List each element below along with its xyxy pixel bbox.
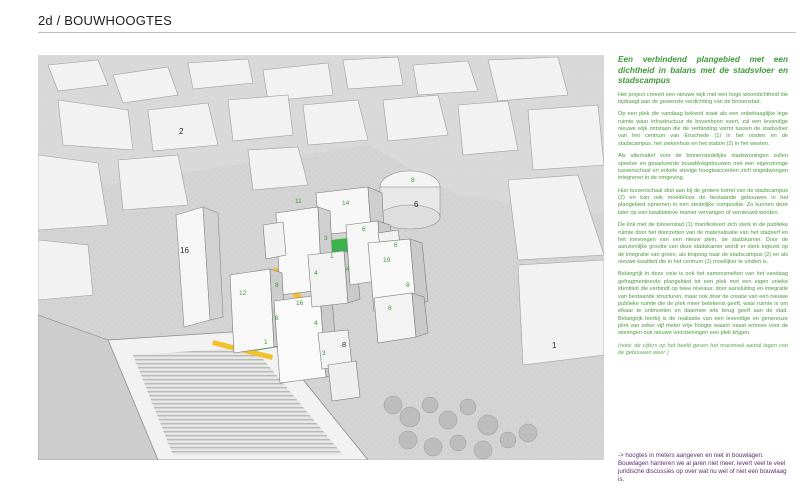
height-label-left-tower: 16 [180,246,189,255]
height-label: 1 [264,339,268,346]
description-column: Een verbindend plangebied met een dichth… [618,55,788,363]
height-label: 3 [324,235,328,242]
height-label: 6 [394,242,398,249]
rotunda-building [379,170,441,230]
aerial-massing-view: 2 6 1 16 14 11 16 12 8 8 4 4 1 3 6 6 19 … [38,55,604,460]
height-label: 8 [411,177,415,184]
area-label-1: 1 [552,341,557,350]
figure-note: (nota: de cijfers op het beeld geven het… [618,342,788,357]
height-label: 8 [406,282,410,289]
height-label: 6 [362,226,366,233]
tower-left [175,206,224,328]
height-label: 16 [296,300,304,307]
paragraph: Als alternatief voor de binnenstedelijke… [618,153,788,182]
height-label: 12 [239,290,247,297]
comment-line: Bouwlagen hanteren we al jaren niet meer… [618,460,787,484]
height-label: 11 [295,198,302,205]
height-label-dark: 8 [342,340,346,349]
height-label: 4 [314,320,318,327]
paragraph: De link met de binnenstad (1) manifestee… [618,222,788,265]
height-label: 8 [388,305,392,312]
height-label: 3 [322,350,326,357]
section-headline: Een verbindend plangebied met een dichth… [618,55,788,85]
title-divider [38,32,796,33]
page-title: 2d / BOUWHOOGTES [38,13,172,28]
review-comment: -> hoogtes in meters aangeven en niet in… [618,452,794,484]
height-label: 14 [342,200,350,207]
height-label: 4 [314,270,318,277]
paragraph: Hun tussenschaal sluit aan bij de groter… [618,187,788,216]
height-label: 8 [275,315,279,322]
paragraph: Het project creeert een nieuwe wijk met … [618,91,788,105]
height-label: 19 [383,257,391,264]
comment-line: -> hoogtes in meters aangeven en niet in… [618,452,764,459]
height-label: 4 [346,266,350,273]
paragraph: Belangrijk in deze visie is ook het same… [618,271,788,337]
height-label: 1 [330,253,334,260]
area-label-6: 6 [414,200,419,209]
paragraph: Op een plek die vandaag bekend staat als… [618,111,788,147]
height-label: 8 [275,282,279,289]
area-label-2: 2 [179,127,184,136]
